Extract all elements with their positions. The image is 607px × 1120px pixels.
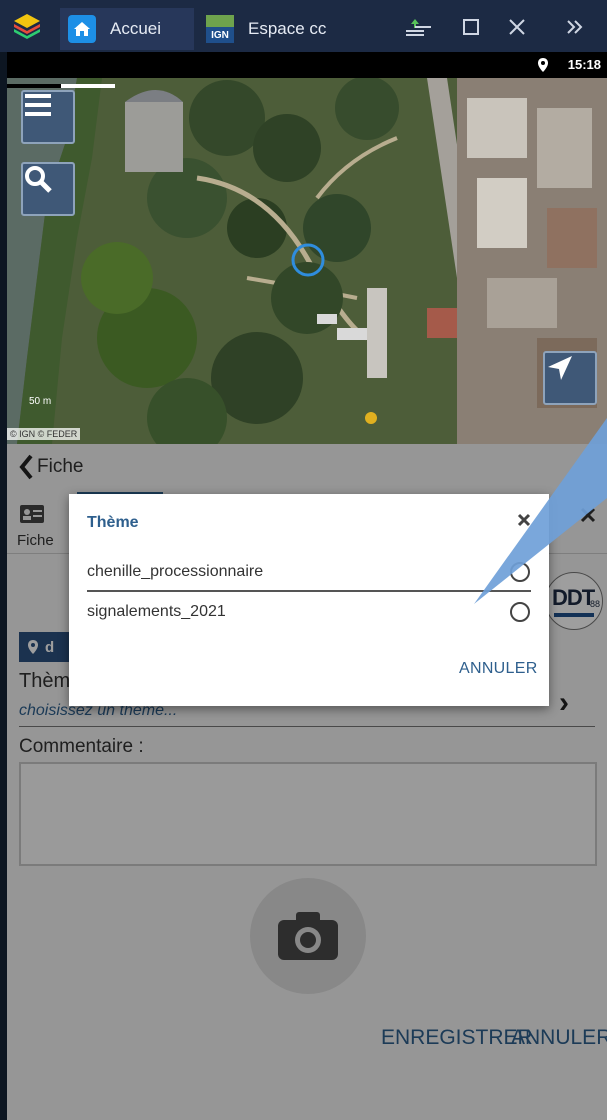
dialog-close-icon[interactable] <box>516 512 532 528</box>
map-attribution: © IGN © FEDER <box>7 428 81 440</box>
navigate-button[interactable] <box>543 351 597 405</box>
theme-option-label: chenille_processionnaire <box>87 563 264 580</box>
radio-button[interactable] <box>510 602 530 622</box>
location-pin-icon <box>538 58 548 72</box>
search-button[interactable] <box>21 162 75 216</box>
theme-dialog: Thème chenille_processionnaire signaleme… <box>69 494 549 706</box>
search-icon <box>25 166 52 193</box>
menu-icon <box>25 94 51 116</box>
screen: Accuei IGN Espace cc 15:18 50 m © IGN © … <box>0 0 607 1120</box>
map-scale-bar <box>7 84 115 88</box>
radio-button[interactable] <box>510 562 530 582</box>
close-icon[interactable] <box>502 12 532 42</box>
tab-home[interactable]: Accuei <box>60 8 194 50</box>
menu-button[interactable] <box>21 90 75 144</box>
aerial-map[interactable]: 50 m © IGN © FEDER <box>7 78 607 444</box>
maximize-icon[interactable] <box>456 12 486 42</box>
option-divider <box>87 590 531 592</box>
home-icon <box>68 15 96 43</box>
tab-ign-app[interactable]: IGN Espace cc <box>198 8 336 50</box>
more-icon[interactable] <box>560 12 590 42</box>
bluestacks-logo-icon <box>14 14 40 39</box>
aerial-imagery <box>7 78 607 444</box>
minimize-button[interactable] <box>408 12 438 42</box>
emulator-titlebar: Accuei IGN Espace cc <box>0 0 607 52</box>
navigate-arrow-icon <box>548 356 572 380</box>
dialog-title: Thème <box>87 514 139 531</box>
dialog-cancel-button[interactable]: ANNULER <box>459 660 538 678</box>
theme-option[interactable]: chenille_processionnaire <box>87 554 533 590</box>
tab-ign-label: Espace cc <box>248 19 326 38</box>
map-scale-label: 50 m <box>29 396 52 407</box>
status-time: 15:18 <box>567 57 601 72</box>
theme-option-label: signalements_2021 <box>87 603 226 620</box>
tab-home-label: Accuei <box>110 19 162 38</box>
emulator-left-border <box>0 52 7 1120</box>
theme-option[interactable]: signalements_2021 <box>87 594 533 630</box>
android-status-bar: 15:18 <box>7 52 607 78</box>
ign-app-icon: IGN <box>206 15 234 43</box>
